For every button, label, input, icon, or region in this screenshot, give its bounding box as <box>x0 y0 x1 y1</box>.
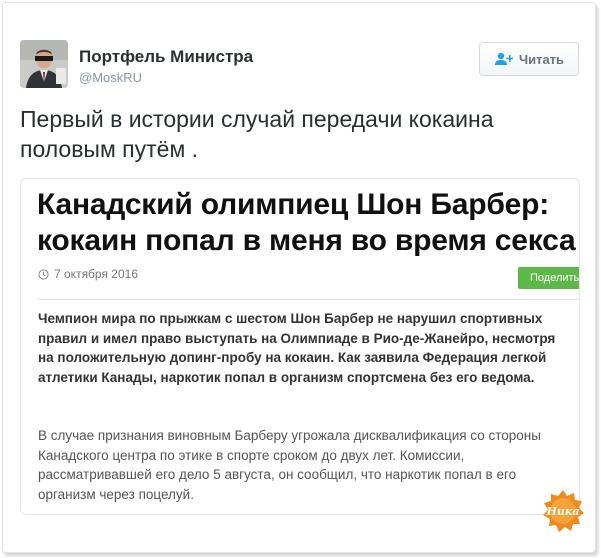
user-handle[interactable]: @MoskRU <box>79 70 142 85</box>
card-headline[interactable]: Канадский олимпиец Шон Барбер: кокаин по… <box>37 187 577 259</box>
user-name[interactable]: Портфель Министра <box>79 47 253 67</box>
avatar[interactable] <box>20 40 68 88</box>
clock-icon <box>38 268 49 280</box>
follow-button-label: Читать <box>518 51 565 67</box>
card-body-paragraph: В случае признания виновным Барберу угро… <box>38 428 541 502</box>
card-date-row: 7 октября 2016 <box>38 267 138 281</box>
card-date: 7 октября 2016 <box>54 267 138 281</box>
share-button[interactable]: Поделиться <box>518 267 580 289</box>
tweet-text: Первый в истории случай передачи кокаина… <box>20 106 494 162</box>
add-user-icon <box>494 52 513 65</box>
watermark-logo: Ника <box>543 490 584 532</box>
card-lead-paragraph: Чемпион мира по прыжкам с шестом Шон Бар… <box>38 311 556 385</box>
avatar-image <box>20 40 68 88</box>
link-card[interactable]: Канадский олимпиец Шон Барбер: кокаин по… <box>20 178 580 515</box>
card-divider <box>37 299 579 300</box>
share-button-label: Поделиться <box>530 272 580 284</box>
svg-text:Ника: Ника <box>546 505 580 518</box>
follow-button[interactable]: Читать <box>479 42 579 76</box>
